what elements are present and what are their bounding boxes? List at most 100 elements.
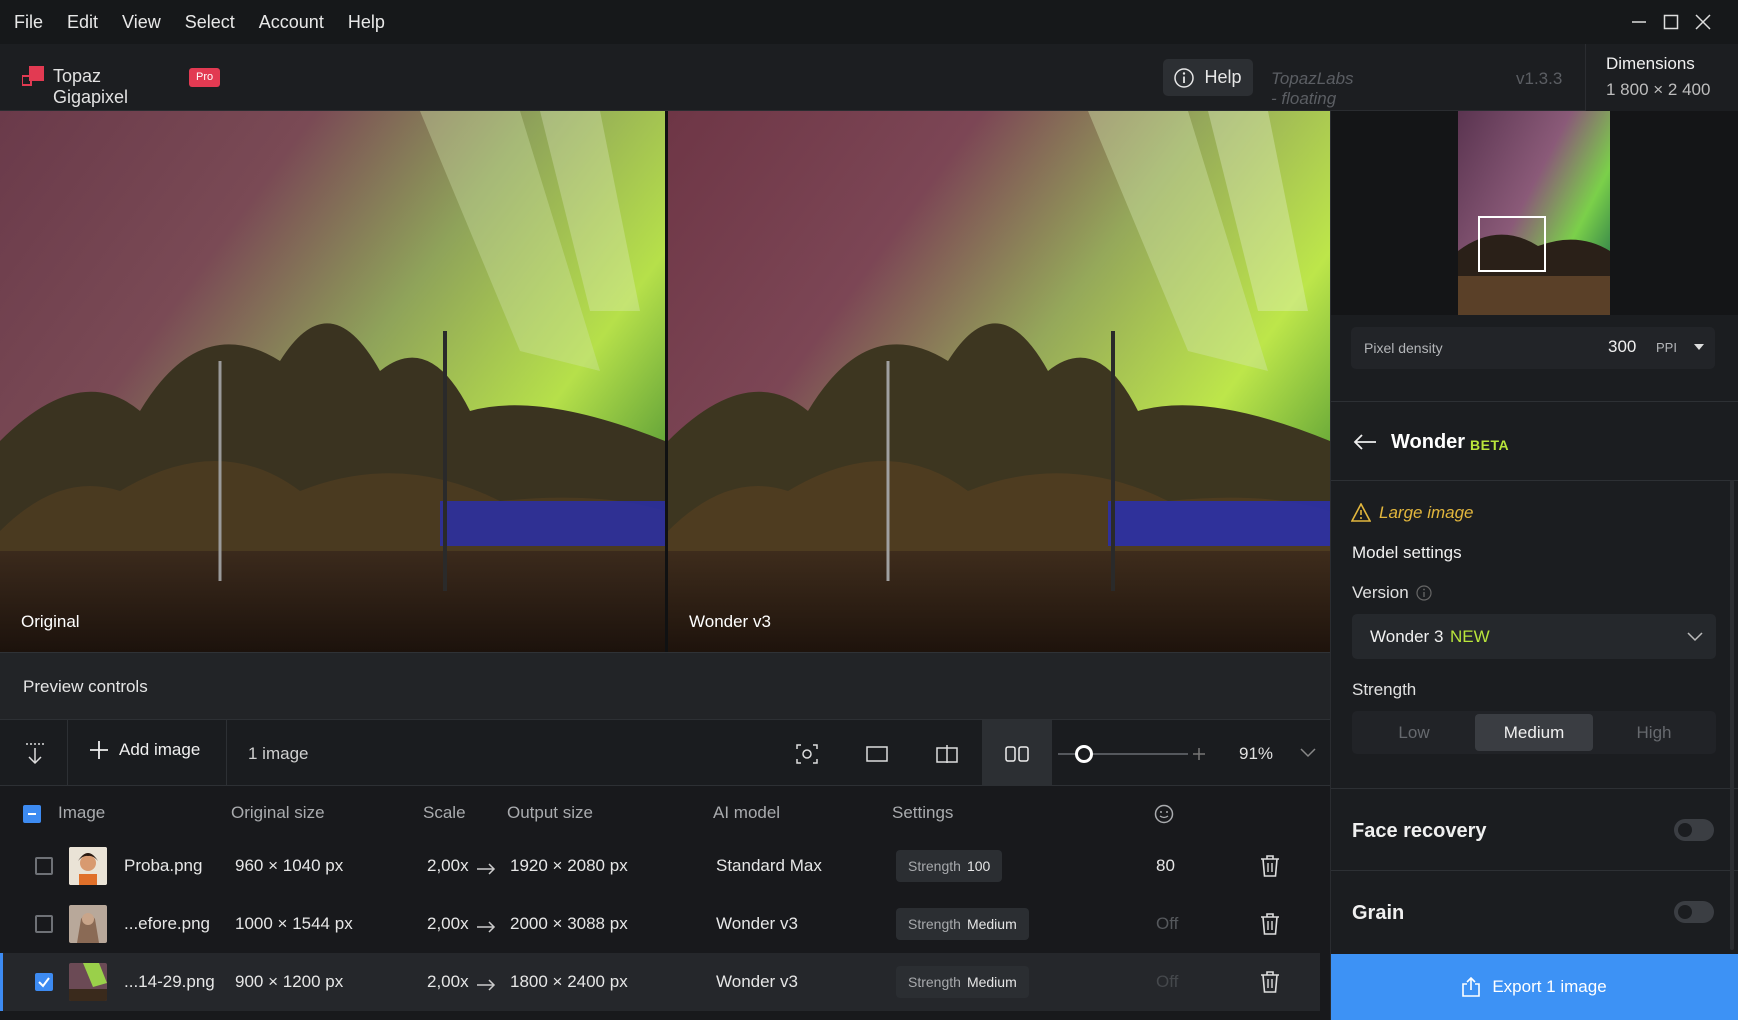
new-badge: NEW	[1450, 627, 1490, 646]
navigator[interactable]	[1331, 111, 1738, 315]
model-settings-heading: Model settings	[1352, 543, 1462, 562]
divider	[1331, 480, 1738, 481]
row-filename: ...14-29.png	[124, 972, 215, 991]
export-button[interactable]: Export 1 image	[1331, 954, 1738, 1020]
menu-bar: File Edit View Select Account Help	[0, 0, 1738, 44]
row-ai-model: Wonder v3	[716, 914, 798, 933]
divider	[1331, 401, 1738, 402]
zoom-slider-thumb[interactable]	[1075, 745, 1093, 763]
beta-badge: BETA	[1470, 437, 1510, 453]
row-original-size: 960 × 1040 px	[235, 856, 344, 875]
result-preview[interactable]: Wonder v3	[668, 111, 1330, 652]
snapshot-button[interactable]	[772, 720, 842, 787]
table-row[interactable]: Proba.png 960 × 1040 px 2,00x 1920 × 208…	[0, 837, 1320, 895]
zoom-value[interactable]: 91%	[1239, 744, 1273, 764]
grain-label: Grain	[1352, 902, 1405, 924]
split-view-icon	[936, 744, 958, 763]
pixel-density-label: Pixel density	[1364, 340, 1443, 356]
info-icon	[1174, 67, 1195, 88]
row-checkbox[interactable]	[35, 857, 53, 875]
row-ai-model: Standard Max	[716, 856, 822, 875]
divider	[1331, 788, 1738, 789]
split-view-button[interactable]	[912, 720, 982, 787]
arrow-right-icon	[477, 863, 496, 875]
download-icon	[26, 742, 44, 764]
result-label: Wonder v3	[689, 612, 771, 631]
row-filename: ...efore.png	[124, 914, 211, 933]
add-image-button[interactable]: Add image	[89, 740, 200, 760]
header-original-size[interactable]: Original size	[231, 803, 325, 823]
menu-account[interactable]: Account	[249, 12, 334, 33]
app-name: Topaz Gigapixel	[53, 66, 129, 107]
menu-file[interactable]: File	[4, 12, 53, 33]
face-recovery-toggle[interactable]	[1674, 819, 1714, 841]
close-icon	[1695, 14, 1711, 30]
table-row[interactable]: ...efore.png 1000 × 1544 px 2,00x 2000 ×…	[0, 895, 1320, 953]
divider	[1331, 870, 1738, 871]
trash-icon[interactable]	[1260, 971, 1280, 993]
menu-edit[interactable]: Edit	[57, 12, 108, 33]
side-by-side-view-button[interactable]	[982, 720, 1052, 787]
arrow-right-icon	[477, 921, 496, 933]
aurora-image-processed	[668, 111, 1330, 652]
back-arrow-icon[interactable]	[1353, 433, 1377, 451]
help-button[interactable]: Help	[1163, 59, 1253, 96]
strength-medium[interactable]: Medium	[1475, 714, 1593, 751]
indeterminate-icon	[28, 813, 36, 815]
warning-icon	[1351, 503, 1371, 522]
header-output-size[interactable]: Output size	[507, 803, 593, 823]
row-output-size: 2000 × 3088 px	[510, 914, 628, 933]
share-icon	[1462, 977, 1481, 997]
version-value: Wonder 3	[1370, 627, 1444, 646]
select-all-checkbox[interactable]	[23, 805, 41, 823]
pixel-density-unit[interactable]: PPI	[1656, 340, 1677, 355]
face-icon	[1154, 804, 1174, 824]
header-settings[interactable]: Settings	[892, 803, 953, 823]
menu-view[interactable]: View	[112, 12, 171, 33]
version-dropdown[interactable]: Wonder 3 NEW	[1352, 614, 1716, 659]
trash-icon[interactable]	[1260, 855, 1280, 877]
aurora-image-original	[0, 111, 665, 652]
single-view-button[interactable]	[842, 720, 912, 787]
grain-toggle[interactable]	[1674, 901, 1714, 923]
preview-controls-label: Preview controls	[23, 677, 148, 696]
export-label: Export 1 image	[1492, 977, 1607, 996]
original-label: Original	[21, 612, 80, 631]
strength-label: Strength	[1352, 680, 1417, 699]
original-preview[interactable]: Original	[0, 111, 665, 652]
table-row-selected[interactable]: ...14-29.png 900 × 1200 px 2,00x 1800 × …	[0, 953, 1320, 1011]
row-face-value: Off	[1156, 972, 1179, 991]
toolbar-divider	[226, 720, 227, 787]
navigator-thumbnail[interactable]	[1458, 111, 1610, 315]
app-header	[0, 44, 1738, 111]
row-face-value: Off	[1156, 914, 1179, 933]
zoom-in-icon[interactable]	[1192, 747, 1206, 761]
pixel-density-field[interactable]: Pixel density 300 PPI	[1351, 327, 1715, 369]
preview-controls-bar[interactable]: Preview controls	[0, 652, 1330, 719]
info-icon[interactable]	[1416, 585, 1432, 601]
row-checkbox[interactable]	[35, 915, 53, 933]
row-settings-tag[interactable]: Strength Medium	[896, 966, 1029, 998]
trash-icon[interactable]	[1260, 913, 1280, 935]
menu-select[interactable]: Select	[175, 12, 245, 33]
menu-help[interactable]: Help	[338, 12, 395, 33]
caret-down-icon[interactable]	[1694, 344, 1704, 351]
row-face-value: 80	[1156, 856, 1175, 875]
panel-scrollbar[interactable]	[1730, 480, 1734, 950]
large-image-warning: Large image	[1379, 503, 1474, 522]
pixel-density-value[interactable]: 300	[1608, 337, 1636, 357]
header-ai-model[interactable]: AI model	[713, 803, 780, 823]
strength-low[interactable]: Low	[1355, 714, 1473, 751]
row-thumbnail	[69, 905, 107, 943]
row-checkbox[interactable]	[35, 973, 53, 991]
strength-high[interactable]: High	[1595, 714, 1713, 751]
header-image[interactable]: Image	[58, 803, 105, 823]
row-settings-tag[interactable]: Strength Medium	[896, 908, 1029, 940]
close-button[interactable]	[1670, 0, 1736, 44]
check-icon	[38, 977, 50, 988]
download-button[interactable]	[0, 720, 70, 787]
header-scale[interactable]: Scale	[423, 803, 466, 823]
row-settings-tag[interactable]: Strength 100	[896, 850, 1003, 882]
help-label: Help	[1204, 67, 1242, 87]
chevron-down-icon[interactable]	[1300, 748, 1316, 758]
